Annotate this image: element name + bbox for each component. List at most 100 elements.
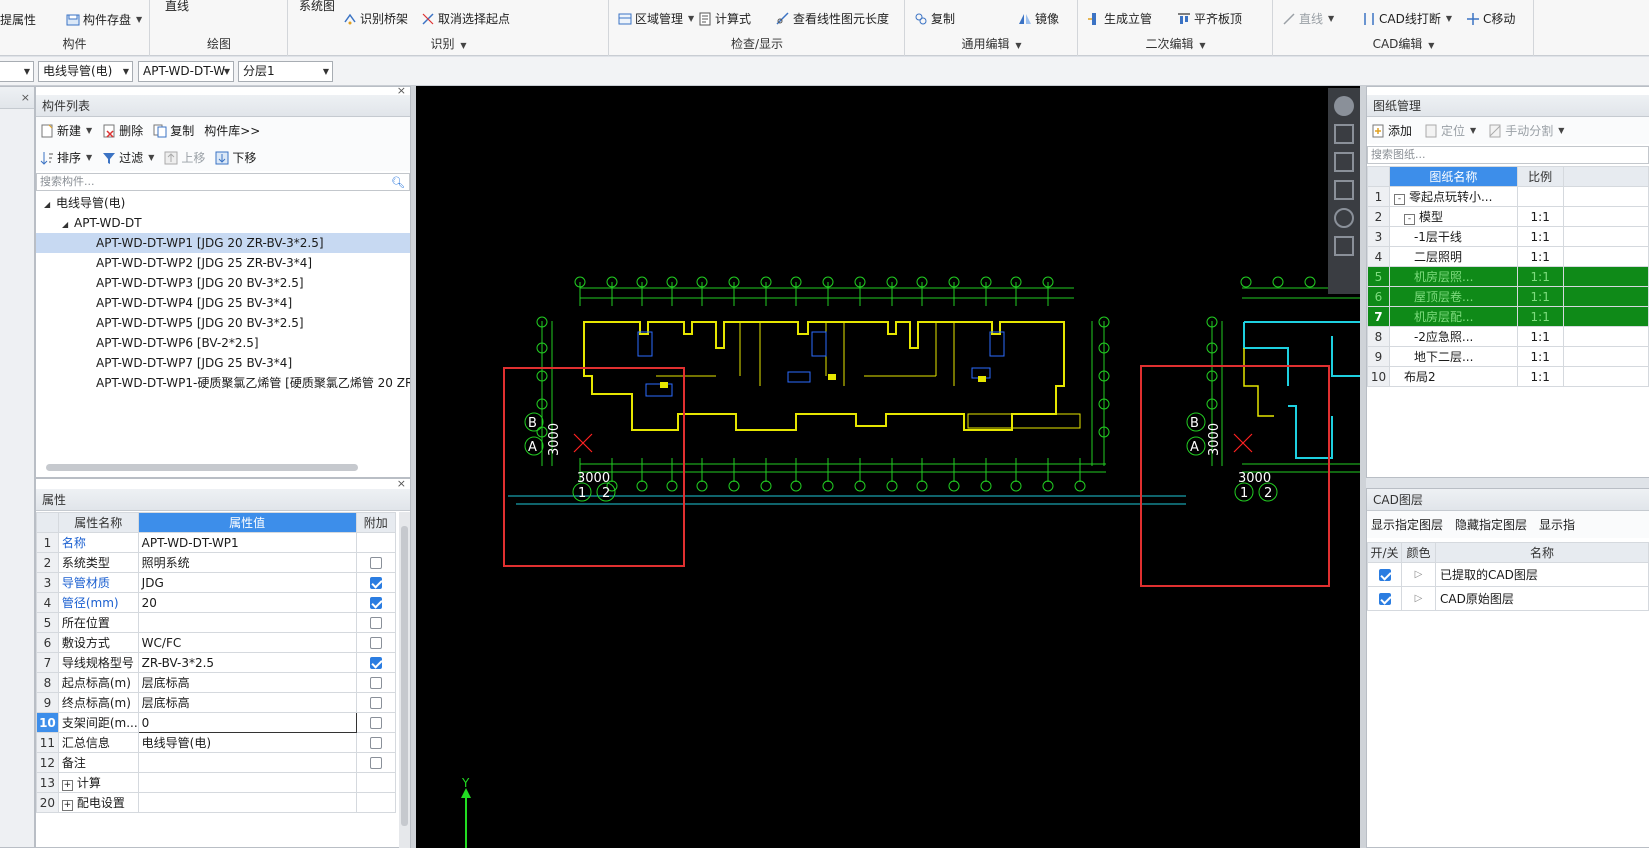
- expand-triangle-icon[interactable]: ▷: [1415, 593, 1423, 604]
- recognize-tray-button[interactable]: 识别桥架: [343, 9, 408, 29]
- copy-button[interactable]: 复制: [914, 9, 955, 29]
- property-row[interactable]: 2 系统类型 照明系统: [36, 552, 396, 573]
- new-component-button[interactable]: 新建 ▼: [40, 122, 92, 139]
- mirror-button[interactable]: 镜像: [1018, 9, 1059, 29]
- system-diagram-button[interactable]: 系统图: [299, 0, 335, 16]
- drawing-name-cell[interactable]: -2应急照...: [1388, 326, 1518, 347]
- drawing-name-cell[interactable]: 屋顶层卷...: [1388, 286, 1518, 307]
- tree-item[interactable]: APT-WD-DT-WP5 [JDG 20 BV-3*2.5]: [36, 313, 410, 333]
- collapse-minus-icon[interactable]: -: [1393, 194, 1405, 205]
- layer-visible-checkbox[interactable]: [1378, 569, 1391, 581]
- property-row[interactable]: 10 支架间距(m... 0: [36, 712, 396, 733]
- orbit-icon[interactable]: [1334, 96, 1354, 116]
- drawing-name-cell[interactable]: 二层照明: [1388, 246, 1518, 267]
- property-value-cell[interactable]: APT-WD-DT-WP1: [137, 532, 357, 553]
- tree-root[interactable]: ◢ 电线导管(电): [36, 193, 410, 213]
- extra-checkbox[interactable]: [369, 577, 382, 589]
- property-value-cell[interactable]: 20: [137, 592, 357, 613]
- align-slab-top-button[interactable]: 平齐板顶: [1177, 9, 1242, 29]
- tree-group[interactable]: ◢ APT-WD-DT: [36, 213, 410, 233]
- property-value-cell[interactable]: [137, 772, 357, 793]
- extra-checkbox[interactable]: [369, 717, 382, 729]
- drawing-name-cell[interactable]: - 模型: [1388, 206, 1518, 227]
- expand-plus-icon[interactable]: +: [61, 800, 73, 811]
- drawing-search-input[interactable]: 搜索图纸...: [1367, 146, 1649, 164]
- property-row[interactable]: 20 + 配电设置: [36, 792, 396, 813]
- property-value-cell[interactable]: WC/FC: [137, 632, 357, 653]
- extra-checkbox[interactable]: [369, 597, 382, 609]
- drawing-row[interactable]: 1- 零起点玩转小...: [1367, 186, 1649, 207]
- property-row[interactable]: 1 名称 APT-WD-DT-WP1: [36, 532, 396, 553]
- scrollbar-thumb[interactable]: [401, 526, 408, 826]
- property-value-cell[interactable]: ZR-BV-3*2.5: [137, 652, 357, 673]
- cancel-start-point-button[interactable]: 取消选择起点: [421, 9, 510, 29]
- drawing-name-cell[interactable]: 机房层配...: [1388, 306, 1518, 327]
- property-value-cell[interactable]: 0: [137, 712, 357, 733]
- drawing-row[interactable]: 6 屋顶层卷... 1:1: [1367, 286, 1649, 307]
- extra-checkbox[interactable]: [369, 637, 382, 649]
- tree-item[interactable]: APT-WD-DT-WP2 [JDG 25 ZR-BV-3*4]: [36, 253, 410, 273]
- tree-item[interactable]: APT-WD-DT-WP3 [JDG 20 BV-3*2.5]: [36, 273, 410, 293]
- property-row[interactable]: 13 + 计算: [36, 772, 396, 793]
- property-row[interactable]: 5 所在位置: [36, 612, 396, 633]
- extract-properties-button[interactable]: 提属性: [0, 10, 36, 30]
- cad-break-button[interactable]: CAD线打断 ▼: [1362, 9, 1452, 29]
- property-value-cell[interactable]: 照明系统: [137, 552, 357, 573]
- filter-button[interactable]: 过滤 ▼: [102, 149, 154, 166]
- layer-visible-checkbox[interactable]: [1378, 593, 1391, 605]
- property-value-cell[interactable]: JDG: [137, 572, 357, 593]
- show-other-layer-button[interactable]: 显示指: [1539, 516, 1575, 533]
- drawing-name-cell[interactable]: - 零起点玩转小...: [1388, 186, 1518, 207]
- move-up-button[interactable]: 上移: [164, 149, 205, 166]
- layer-row[interactable]: ▷ CAD原始图层: [1367, 586, 1649, 611]
- horizontal-scrollbar[interactable]: [46, 464, 358, 471]
- splitter-right[interactable]: [1360, 86, 1366, 848]
- search-icon[interactable]: 🔍︎: [391, 175, 405, 191]
- property-row[interactable]: 12 备注: [36, 752, 396, 773]
- show-layer-button[interactable]: 显示指定图层: [1371, 516, 1443, 533]
- copy-component-button[interactable]: 复制: [153, 122, 194, 139]
- drawing-name-cell[interactable]: 机房层照...: [1388, 266, 1518, 287]
- layer-select[interactable]: 分层1 ▼: [238, 61, 333, 82]
- manual-split-button[interactable]: 手动分割 ▼: [1488, 122, 1564, 139]
- hide-layer-button[interactable]: 隐藏指定图层: [1455, 516, 1527, 533]
- close-icon[interactable]: ×: [21, 87, 30, 109]
- grid-view-icon[interactable]: [1334, 236, 1354, 256]
- extra-checkbox[interactable]: [369, 557, 382, 569]
- property-row[interactable]: 7 导线规格型号 ZR-BV-3*2.5: [36, 652, 396, 673]
- extra-checkbox[interactable]: [369, 737, 382, 749]
- tree-item[interactable]: APT-WD-DT-WP6 [BV-2*2.5]: [36, 333, 410, 353]
- drawing-name-cell[interactable]: 布局2: [1388, 366, 1518, 387]
- drawing-row[interactable]: 2- 模型 1:1: [1367, 206, 1649, 227]
- property-value-cell[interactable]: [137, 612, 357, 633]
- generate-riser-button[interactable]: 生成立管: [1087, 9, 1152, 29]
- locate-button[interactable]: 定位 ▼: [1424, 122, 1476, 139]
- property-value-cell[interactable]: 层底标高: [137, 672, 357, 693]
- move-down-button[interactable]: 下移: [215, 149, 256, 166]
- drawing-row[interactable]: 8 -2应急照... 1:1: [1367, 326, 1649, 347]
- property-row[interactable]: 8 起点标高(m) 层底标高: [36, 672, 396, 693]
- collapse-triangle-icon[interactable]: ◢: [62, 215, 74, 235]
- drawing-name-cell[interactable]: 地下二层...: [1388, 346, 1518, 367]
- layer-row[interactable]: ▷ 已提取的CAD图层: [1367, 562, 1649, 587]
- drawing-name-cell[interactable]: -1层干线: [1388, 226, 1518, 247]
- tree-item[interactable]: APT-WD-DT-WP1-硬质聚氯乙烯管 [硬质聚氯乙烯管 20 ZR-B: [36, 373, 410, 393]
- save-component-button[interactable]: 构件存盘 ▼: [66, 10, 142, 30]
- drawing-row[interactable]: 10 布局2 1:1: [1367, 366, 1649, 387]
- expand-triangle-icon[interactable]: ▷: [1415, 569, 1423, 580]
- sort-button[interactable]: 排序 ▼: [40, 149, 92, 166]
- property-row[interactable]: 3 导管材质 JDG: [36, 572, 396, 593]
- extra-checkbox[interactable]: [369, 617, 382, 629]
- component-library-button[interactable]: 构件库>>: [204, 122, 260, 139]
- rotate-icon[interactable]: [1334, 208, 1354, 228]
- expand-plus-icon[interactable]: +: [61, 780, 73, 791]
- property-row[interactable]: 4 管径(mm) 20: [36, 592, 396, 613]
- cad-line-button[interactable]: 直线 ▼: [1282, 9, 1334, 29]
- property-value-cell[interactable]: 层底标高: [137, 692, 357, 713]
- extra-checkbox[interactable]: [369, 757, 382, 769]
- area-manage-button[interactable]: 区域管理 ▼: [618, 9, 694, 29]
- top-view-icon[interactable]: [1334, 152, 1354, 172]
- delete-component-button[interactable]: 删除: [102, 122, 143, 139]
- add-drawing-button[interactable]: 添加: [1371, 122, 1412, 139]
- extra-checkbox[interactable]: [369, 657, 382, 669]
